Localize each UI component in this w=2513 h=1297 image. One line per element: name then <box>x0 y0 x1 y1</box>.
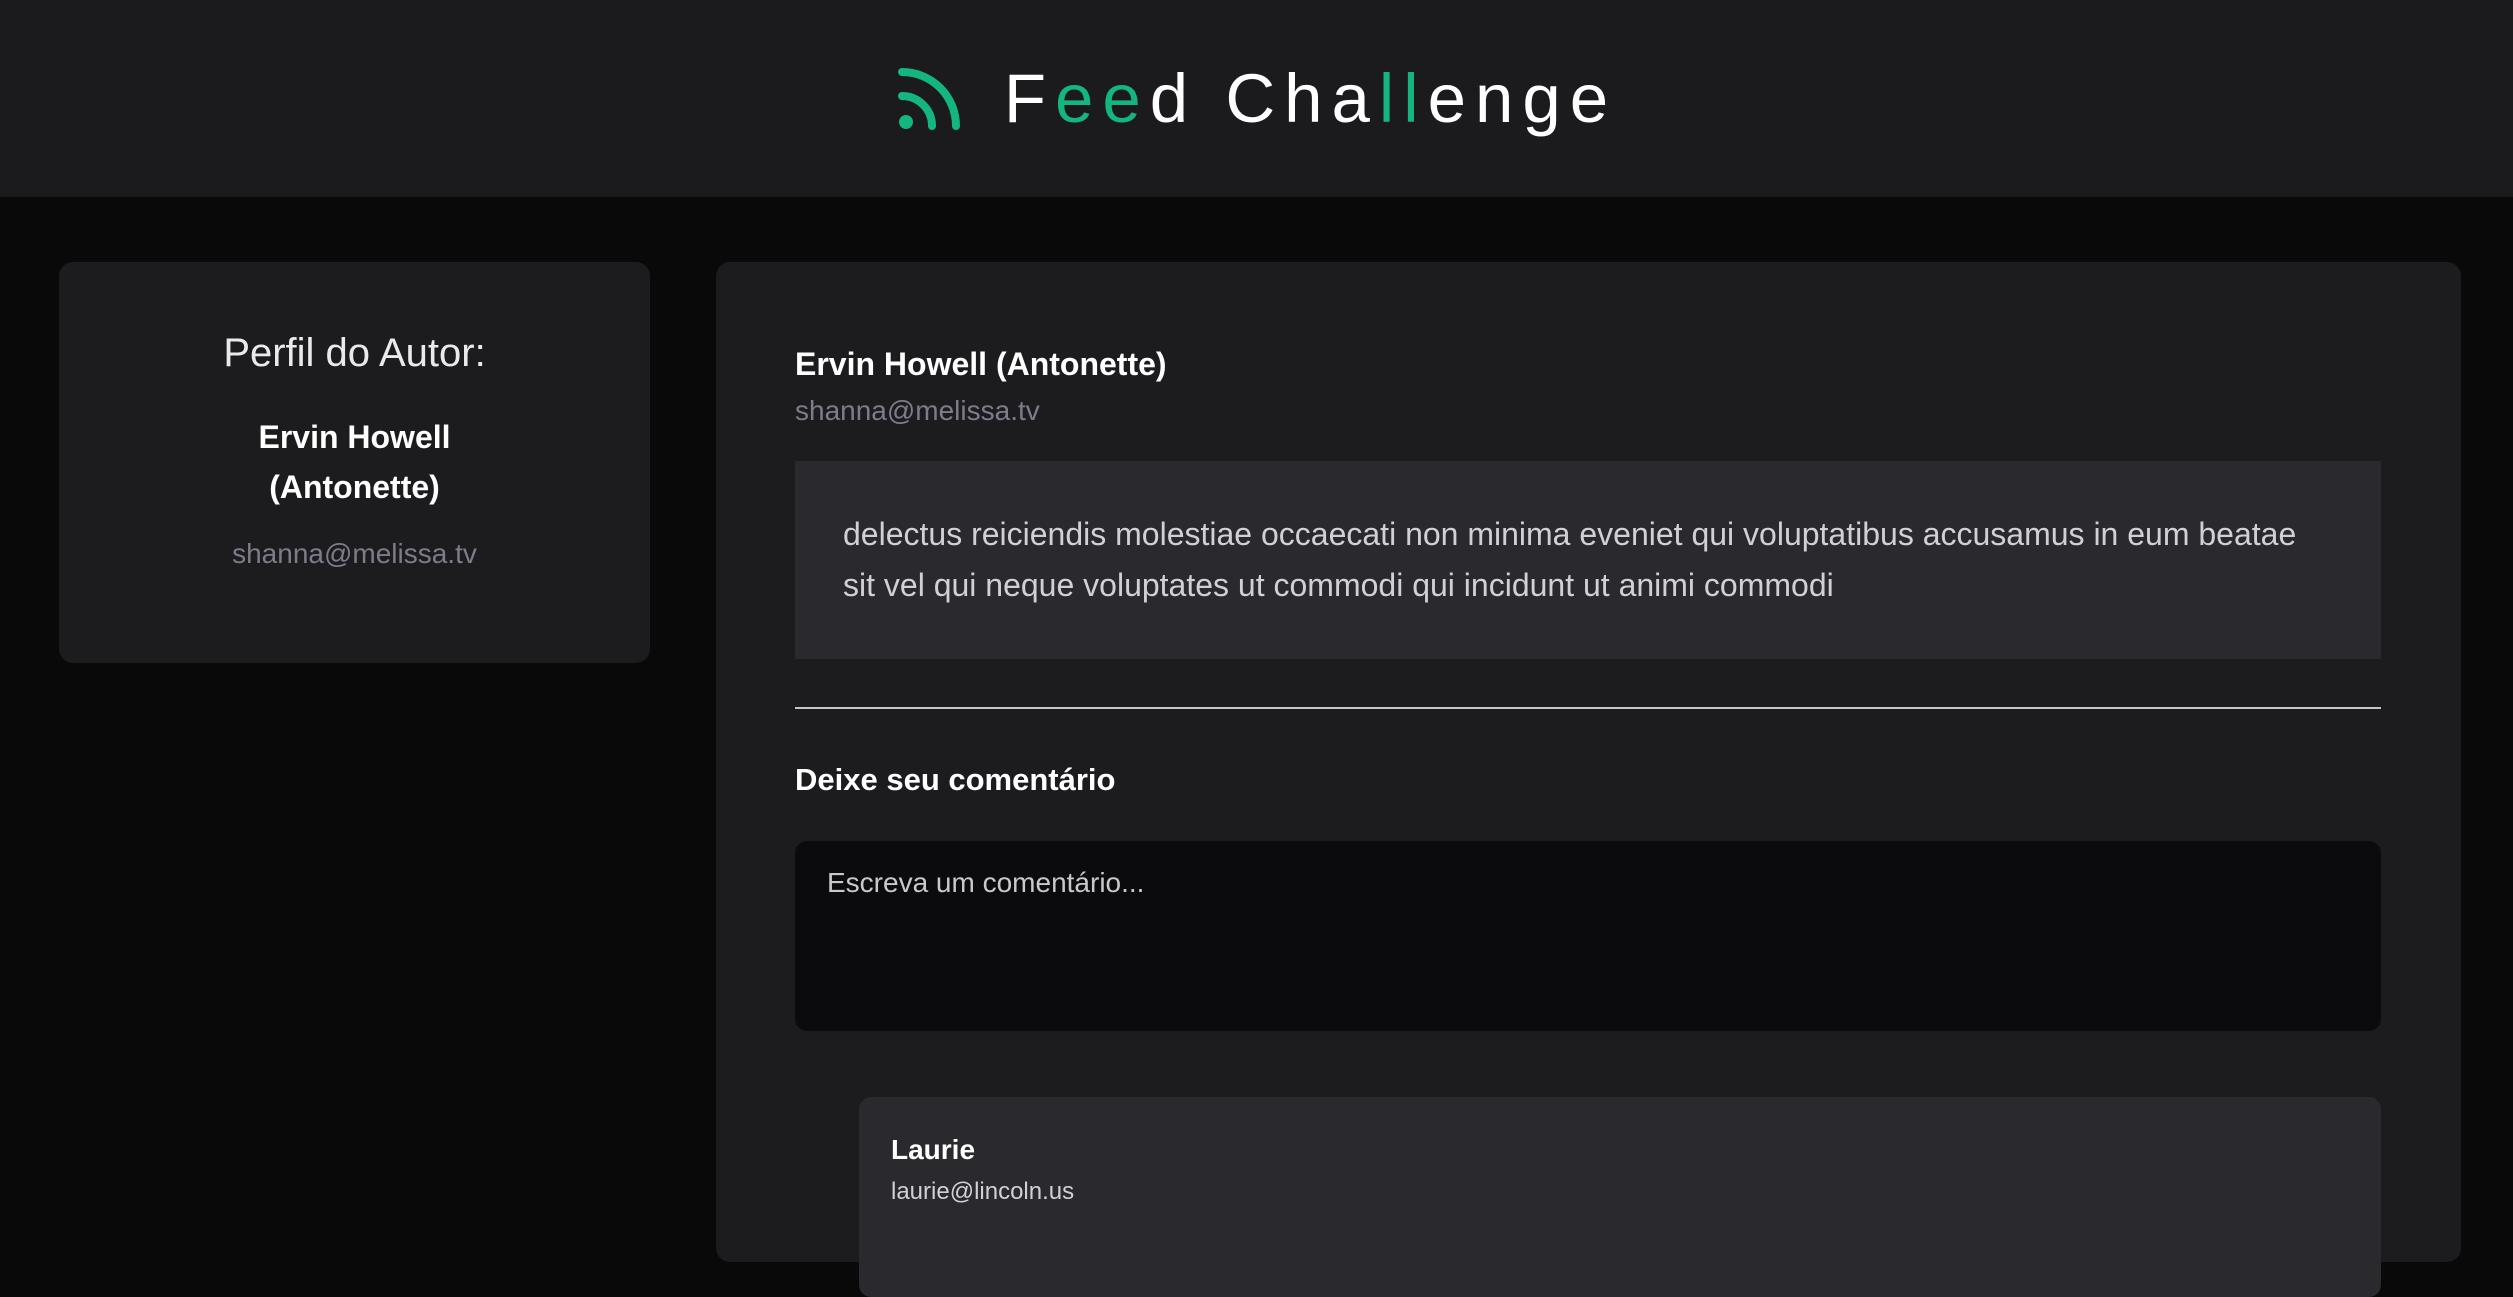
app-title: Feed Challenge <box>1004 59 1617 138</box>
comment-input[interactable] <box>795 841 2381 1031</box>
rss-feed-icon <box>897 67 960 130</box>
profile-heading: Perfil do Autor: <box>223 331 486 375</box>
comment-author-name: Laurie <box>891 1134 976 1165</box>
brand: Feed Challenge <box>896 59 1617 138</box>
app-title-part: F <box>1003 60 1056 137</box>
profile-author-name: Ervin Howell (Antonette) <box>258 419 451 505</box>
post-author-email: shanna@melissa.tv <box>795 395 1040 426</box>
divider <box>795 707 2381 709</box>
comment-item: Laurie laurie@lincoln.us <box>859 1097 2381 1297</box>
profile-author-email: shanna@melissa.tv <box>232 538 477 569</box>
app-title-part: d Cha <box>1149 60 1379 137</box>
author-profile-card: Perfil do Autor: Ervin Howell (Antonette… <box>59 262 650 663</box>
post-author-name: Ervin Howell (Antonette) <box>795 346 1167 382</box>
app-title-part: ll <box>1378 60 1428 137</box>
app-header: Feed Challenge <box>0 0 2513 197</box>
app-title-part: enge <box>1427 60 1618 137</box>
post-card: Ervin Howell (Antonette) shanna@melissa.… <box>716 262 2461 1297</box>
app-title-part: ee <box>1055 60 1150 137</box>
post-body: delectus reiciendis molestiae occaecati … <box>795 461 2381 659</box>
comment-author-email: laurie@lincoln.us <box>891 1178 1075 1205</box>
comment-form-heading: Deixe seu comentário <box>795 762 1116 797</box>
